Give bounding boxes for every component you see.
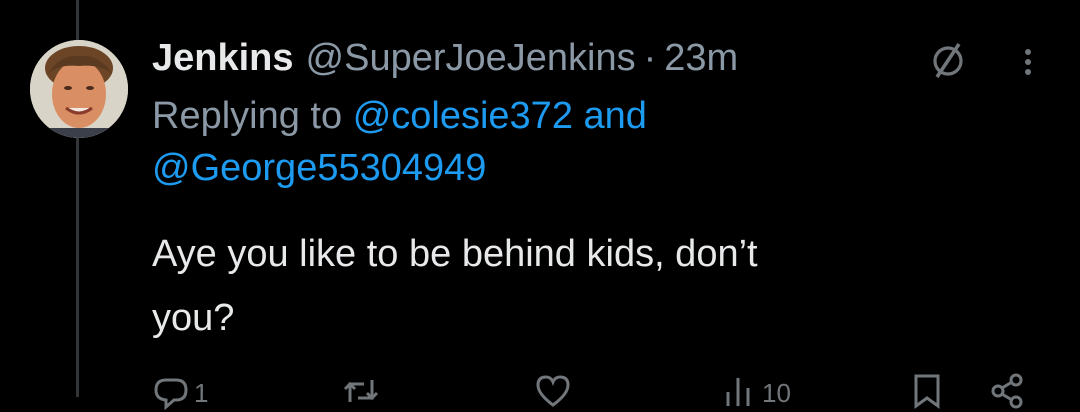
bookmark-button[interactable]: [908, 372, 946, 410]
tweet-text-line: Aye you like to be behind kids, don’t: [152, 233, 758, 275]
display-name[interactable]: Jenkins: [152, 37, 294, 80]
replying-prefix: Replying to: [152, 95, 343, 137]
reply-button[interactable]: 1: [152, 372, 208, 410]
share-icon: [991, 373, 1023, 409]
views-icon: [726, 378, 750, 406]
replying-to: Replying to @colesie372 and @George55304…: [152, 90, 1032, 194]
share-button[interactable]: [988, 372, 1026, 410]
avatar[interactable]: [30, 40, 128, 138]
tweet-text-line: you?: [152, 297, 235, 339]
retweet-button[interactable]: [342, 372, 380, 410]
tweet-header: Jenkins @SuperJoeJenkins · 23m: [152, 32, 738, 84]
reply-icon: [154, 378, 188, 410]
mention-link[interactable]: @George55304949: [152, 147, 486, 189]
retweet-icon: [343, 380, 379, 402]
views-button[interactable]: 10: [720, 372, 791, 410]
timestamp[interactable]: 23m: [664, 37, 738, 80]
user-handle[interactable]: @SuperJoeJenkins: [306, 37, 636, 80]
reply-count: 1: [194, 378, 209, 408]
action-bar: 1 10: [152, 372, 1032, 412]
bookmark-icon: [914, 374, 940, 409]
like-button[interactable]: [534, 372, 572, 410]
like-icon: [536, 375, 570, 407]
views-count: 10: [762, 378, 791, 408]
and-text: and: [583, 95, 647, 137]
avatar-image: [30, 40, 128, 138]
more-icon[interactable]: [1016, 44, 1040, 80]
mention-link[interactable]: @colesie372: [353, 95, 573, 137]
tweet-text: Aye you like to be behind kids, don’t yo…: [152, 222, 1032, 350]
grok-icon[interactable]: [928, 40, 968, 80]
separator-dot: ·: [643, 36, 657, 79]
